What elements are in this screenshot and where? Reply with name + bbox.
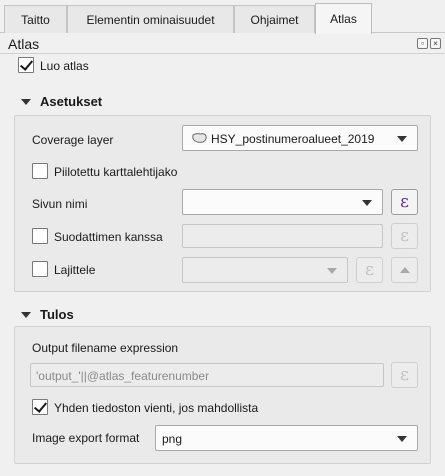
generate-atlas-checkbox[interactable] bbox=[18, 57, 34, 73]
output-filename-value: 'output_'||@atlas_featurenumber bbox=[36, 369, 210, 383]
single-file-export-checkbox[interactable] bbox=[32, 399, 48, 415]
sort-expression-button[interactable]: ε bbox=[356, 257, 383, 283]
filter-checkbox[interactable] bbox=[32, 228, 48, 244]
chevron-down-icon bbox=[397, 436, 407, 442]
hidden-coverage-label: Piilotettu karttalehtijako bbox=[54, 165, 178, 179]
close-panel-icon[interactable]: × bbox=[430, 38, 441, 49]
sort-ascending-button[interactable] bbox=[391, 257, 418, 283]
sort-field-combo[interactable] bbox=[182, 257, 348, 283]
tab-guides-label: Ohjaimet bbox=[250, 12, 299, 27]
collapse-output-icon[interactable] bbox=[21, 312, 31, 318]
hidden-coverage-checkbox[interactable] bbox=[32, 163, 48, 179]
panel-title: Atlas bbox=[8, 36, 40, 52]
coverage-layer-label: Coverage layer bbox=[32, 133, 114, 147]
image-format-value: png bbox=[162, 432, 183, 446]
panel-buttons: ▫ × bbox=[417, 38, 441, 49]
tab-bar: Taitto Elementin ominaisuudet Ohjaimet A… bbox=[0, 0, 445, 34]
tab-layout-label: Taitto bbox=[21, 12, 50, 27]
settings-group-title[interactable]: Asetukset bbox=[40, 94, 102, 109]
page-name-label: Sivun nimi bbox=[32, 197, 88, 211]
output-group-title[interactable]: Tulos bbox=[40, 307, 74, 322]
page-name-expression-button[interactable]: ε bbox=[391, 189, 418, 215]
tab-item-properties[interactable]: Elementin ominaisuudet bbox=[67, 5, 234, 33]
expression-icon: ε bbox=[400, 192, 409, 212]
output-filename-field[interactable]: 'output_'||@atlas_featurenumber bbox=[30, 363, 384, 387]
expression-icon: ε bbox=[400, 365, 409, 385]
tab-guides[interactable]: Ohjaimet bbox=[234, 5, 315, 33]
tab-layout[interactable]: Taitto bbox=[4, 5, 67, 33]
single-file-export-label: Yhden tiedoston vienti, jos mahdollista bbox=[54, 401, 259, 415]
image-format-label: Image export format bbox=[32, 431, 140, 445]
tab-atlas-label: Atlas bbox=[330, 12, 357, 26]
image-format-combo[interactable]: png bbox=[155, 425, 418, 451]
polygon-layer-icon bbox=[192, 133, 207, 143]
collapse-settings-icon[interactable] bbox=[21, 99, 31, 105]
filter-label: Suodattimen kanssa bbox=[54, 230, 163, 244]
filter-expression-button[interactable]: ε bbox=[391, 223, 418, 249]
filter-expression-field[interactable] bbox=[182, 224, 383, 248]
sort-label: Lajittele bbox=[54, 263, 96, 277]
expression-icon: ε bbox=[400, 226, 409, 246]
expression-icon: ε bbox=[365, 260, 374, 280]
float-panel-icon[interactable]: ▫ bbox=[417, 38, 428, 49]
coverage-layer-combo[interactable]: HSY_postinumeroalueet_2019 bbox=[182, 125, 418, 151]
tab-atlas[interactable]: Atlas bbox=[315, 3, 372, 34]
panel-divider bbox=[0, 53, 445, 54]
sort-checkbox[interactable] bbox=[32, 261, 48, 277]
chevron-down-icon bbox=[327, 268, 337, 274]
chevron-down-icon bbox=[397, 136, 407, 142]
tab-item-properties-label: Elementin ominaisuudet bbox=[86, 12, 215, 27]
output-filename-expression-button[interactable]: ε bbox=[391, 362, 418, 388]
output-filename-label: Output filename expression bbox=[32, 341, 179, 355]
page-name-combo[interactable] bbox=[182, 189, 383, 215]
chevron-down-icon bbox=[362, 200, 372, 206]
generate-atlas-label: Luo atlas bbox=[40, 59, 89, 73]
coverage-layer-value: HSY_postinumeroalueet_2019 bbox=[211, 132, 375, 146]
